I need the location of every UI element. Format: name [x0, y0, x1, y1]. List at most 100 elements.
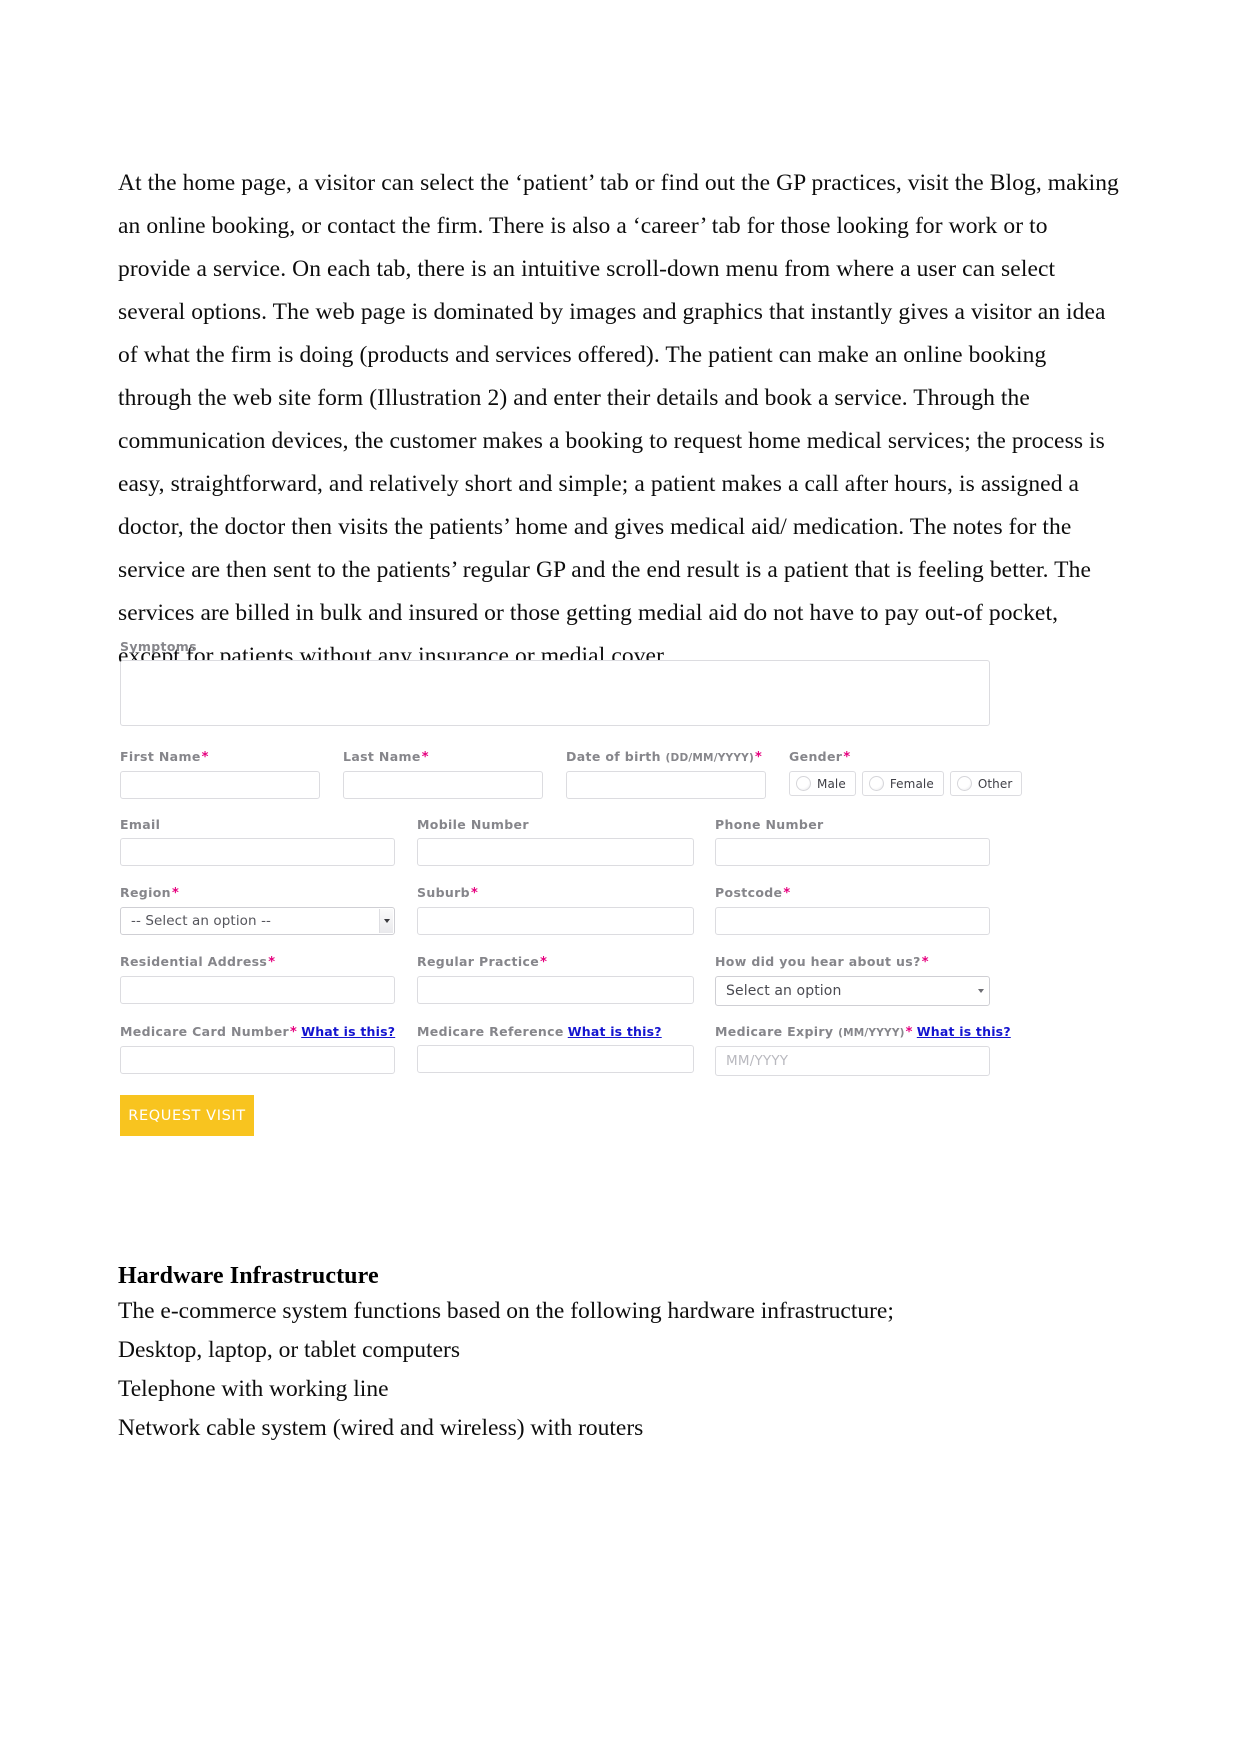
required-asterisk: * — [421, 750, 429, 765]
regular-practice-input[interactable] — [417, 976, 694, 1004]
medicare-card-number-input[interactable] — [120, 1046, 395, 1074]
suburb-label-text: Suburb — [417, 885, 470, 900]
medicare-expiry-help-link[interactable]: What is this? — [917, 1024, 1011, 1039]
mobile-number-input[interactable] — [417, 838, 694, 866]
gender-option-label: Other — [977, 776, 1013, 791]
last-name-label: Last Name* — [343, 750, 543, 765]
required-asterisk: * — [470, 886, 479, 901]
gender-option-other[interactable]: Other — [949, 771, 1023, 796]
medicare-expiry-label-text: Medicare Expiry — [715, 1024, 834, 1039]
radio-icon — [956, 776, 972, 791]
field-gender: Gender* Male Female Other — [789, 750, 1120, 796]
field-region: Region* -- Select an option -- — [120, 886, 395, 935]
medicare-card-number-help-link[interactable]: What is this? — [301, 1024, 395, 1039]
required-asterisk: * — [268, 955, 276, 970]
medicare-expiry-format: (MM/YYYY) — [838, 1027, 905, 1039]
required-asterisk: * — [754, 750, 763, 765]
phone-number-label-text: Phone Number — [715, 817, 824, 832]
phone-number-input[interactable] — [715, 838, 990, 866]
required-asterisk: * — [905, 1025, 913, 1040]
suburb-input[interactable] — [417, 907, 694, 935]
symptoms-label: Symptoms — [120, 640, 990, 654]
medicare-card-number-label-text: Medicare Card Number — [120, 1024, 290, 1039]
request-visit-button[interactable]: REQUEST VISIT — [120, 1095, 254, 1136]
required-asterisk: * — [171, 886, 180, 901]
medicare-reference-help-link[interactable]: What is this? — [568, 1024, 662, 1039]
region-label-text: Region — [120, 885, 171, 900]
how-did-you-hear-label-text: How did you hear about us? — [715, 954, 921, 969]
how-did-you-hear-selected-value: Select an option — [726, 983, 842, 999]
gender-label-text: Gender — [789, 749, 843, 764]
hardware-line: Desktop, laptop, or tablet computers — [118, 1337, 460, 1363]
medicare-card-number-label: Medicare Card Number* What is this? — [120, 1025, 395, 1040]
field-phone-number: Phone Number — [715, 818, 990, 866]
field-medicare-expiry: Medicare Expiry (MM/YYYY)* What is this? … — [715, 1024, 1011, 1076]
residential-address-label-text: Residential Address — [120, 954, 268, 969]
postcode-label: Postcode* — [715, 886, 990, 901]
field-residential-address: Residential Address* — [120, 955, 395, 1004]
gender-option-label: Male — [817, 776, 846, 791]
date-of-birth-label: Date of birth (DD/MM/YYYY)* — [566, 750, 766, 765]
email-input[interactable] — [120, 838, 395, 866]
hardware-line: Telephone with working line — [118, 1376, 389, 1402]
field-suburb: Suburb* — [417, 886, 694, 935]
hardware-infrastructure-list: The e-commerce system functions based on… — [118, 1292, 1123, 1448]
field-first-name: First Name* — [120, 750, 320, 799]
field-symptoms: Symptoms — [120, 640, 990, 726]
field-how-did-you-hear: How did you hear about us?* Select an op… — [715, 955, 990, 1006]
field-last-name: Last Name* — [343, 750, 543, 799]
email-label-text: Email — [120, 817, 161, 832]
body-paragraph: At the home page, a visitor can select t… — [118, 169, 1119, 669]
first-name-label: First Name* — [120, 750, 320, 765]
hardware-line: Network cable system (wired and wireless… — [118, 1415, 644, 1441]
chevron-down-icon[interactable] — [974, 978, 988, 1004]
required-asterisk: * — [783, 886, 791, 901]
email-label: Email — [120, 818, 395, 832]
required-asterisk: * — [843, 750, 851, 765]
date-of-birth-label-text: Date of birth — [566, 749, 661, 764]
symptoms-label-text: Symptoms — [120, 639, 197, 654]
region-selected-value: -- Select an option -- — [131, 913, 272, 929]
field-medicare-card-number: Medicare Card Number* What is this? — [120, 1025, 395, 1074]
how-did-you-hear-label: How did you hear about us?* — [715, 955, 990, 970]
region-select[interactable]: -- Select an option -- — [120, 907, 395, 935]
field-postcode: Postcode* — [715, 886, 990, 935]
medicare-expiry-input[interactable]: MM/YYYY — [715, 1046, 990, 1076]
first-name-input[interactable] — [120, 771, 320, 799]
regular-practice-label: Regular Practice* — [417, 955, 694, 970]
postcode-label-text: Postcode — [715, 885, 783, 900]
gender-option-male[interactable]: Male — [789, 771, 856, 796]
first-name-label-text: First Name — [120, 749, 201, 764]
suburb-label: Suburb* — [417, 886, 694, 901]
mobile-number-label-text: Mobile Number — [417, 817, 529, 832]
gender-option-female[interactable]: Female — [861, 771, 944, 796]
field-email: Email — [120, 818, 395, 866]
gender-option-label: Female — [889, 776, 934, 791]
residential-address-input[interactable] — [120, 976, 395, 1004]
medicare-reference-label-text: Medicare Reference — [417, 1024, 564, 1039]
page-heading-hardware-infrastructure: Hardware Infrastructure — [118, 1262, 379, 1289]
last-name-input[interactable] — [343, 771, 543, 799]
postcode-input[interactable] — [715, 907, 990, 935]
mobile-number-label: Mobile Number — [417, 818, 694, 832]
how-did-you-hear-select[interactable]: Select an option — [715, 976, 990, 1006]
medicare-expiry-placeholder: MM/YYYY — [726, 1053, 789, 1069]
field-date-of-birth: Date of birth (DD/MM/YYYY)* — [566, 750, 766, 799]
date-of-birth-format: (DD/MM/YYYY) — [665, 752, 754, 764]
hardware-line: The e-commerce system functions based on… — [118, 1298, 894, 1324]
gender-options: Male Female Other — [789, 771, 1120, 796]
date-of-birth-input[interactable] — [566, 771, 766, 799]
required-asterisk: * — [921, 955, 929, 970]
field-mobile-number: Mobile Number — [417, 818, 694, 866]
medicare-reference-label: Medicare Reference What is this? — [417, 1025, 694, 1039]
residential-address-label: Residential Address* — [120, 955, 395, 970]
gender-label: Gender* — [789, 750, 1120, 765]
medicare-reference-input[interactable] — [417, 1045, 694, 1073]
regular-practice-label-text: Regular Practice — [417, 954, 540, 969]
request-visit-button-label: REQUEST VISIT — [128, 1107, 246, 1124]
region-label: Region* — [120, 886, 395, 901]
symptoms-input[interactable] — [120, 660, 990, 726]
required-asterisk: * — [540, 955, 548, 970]
chevron-down-icon[interactable] — [379, 909, 393, 933]
last-name-label-text: Last Name — [343, 749, 421, 764]
